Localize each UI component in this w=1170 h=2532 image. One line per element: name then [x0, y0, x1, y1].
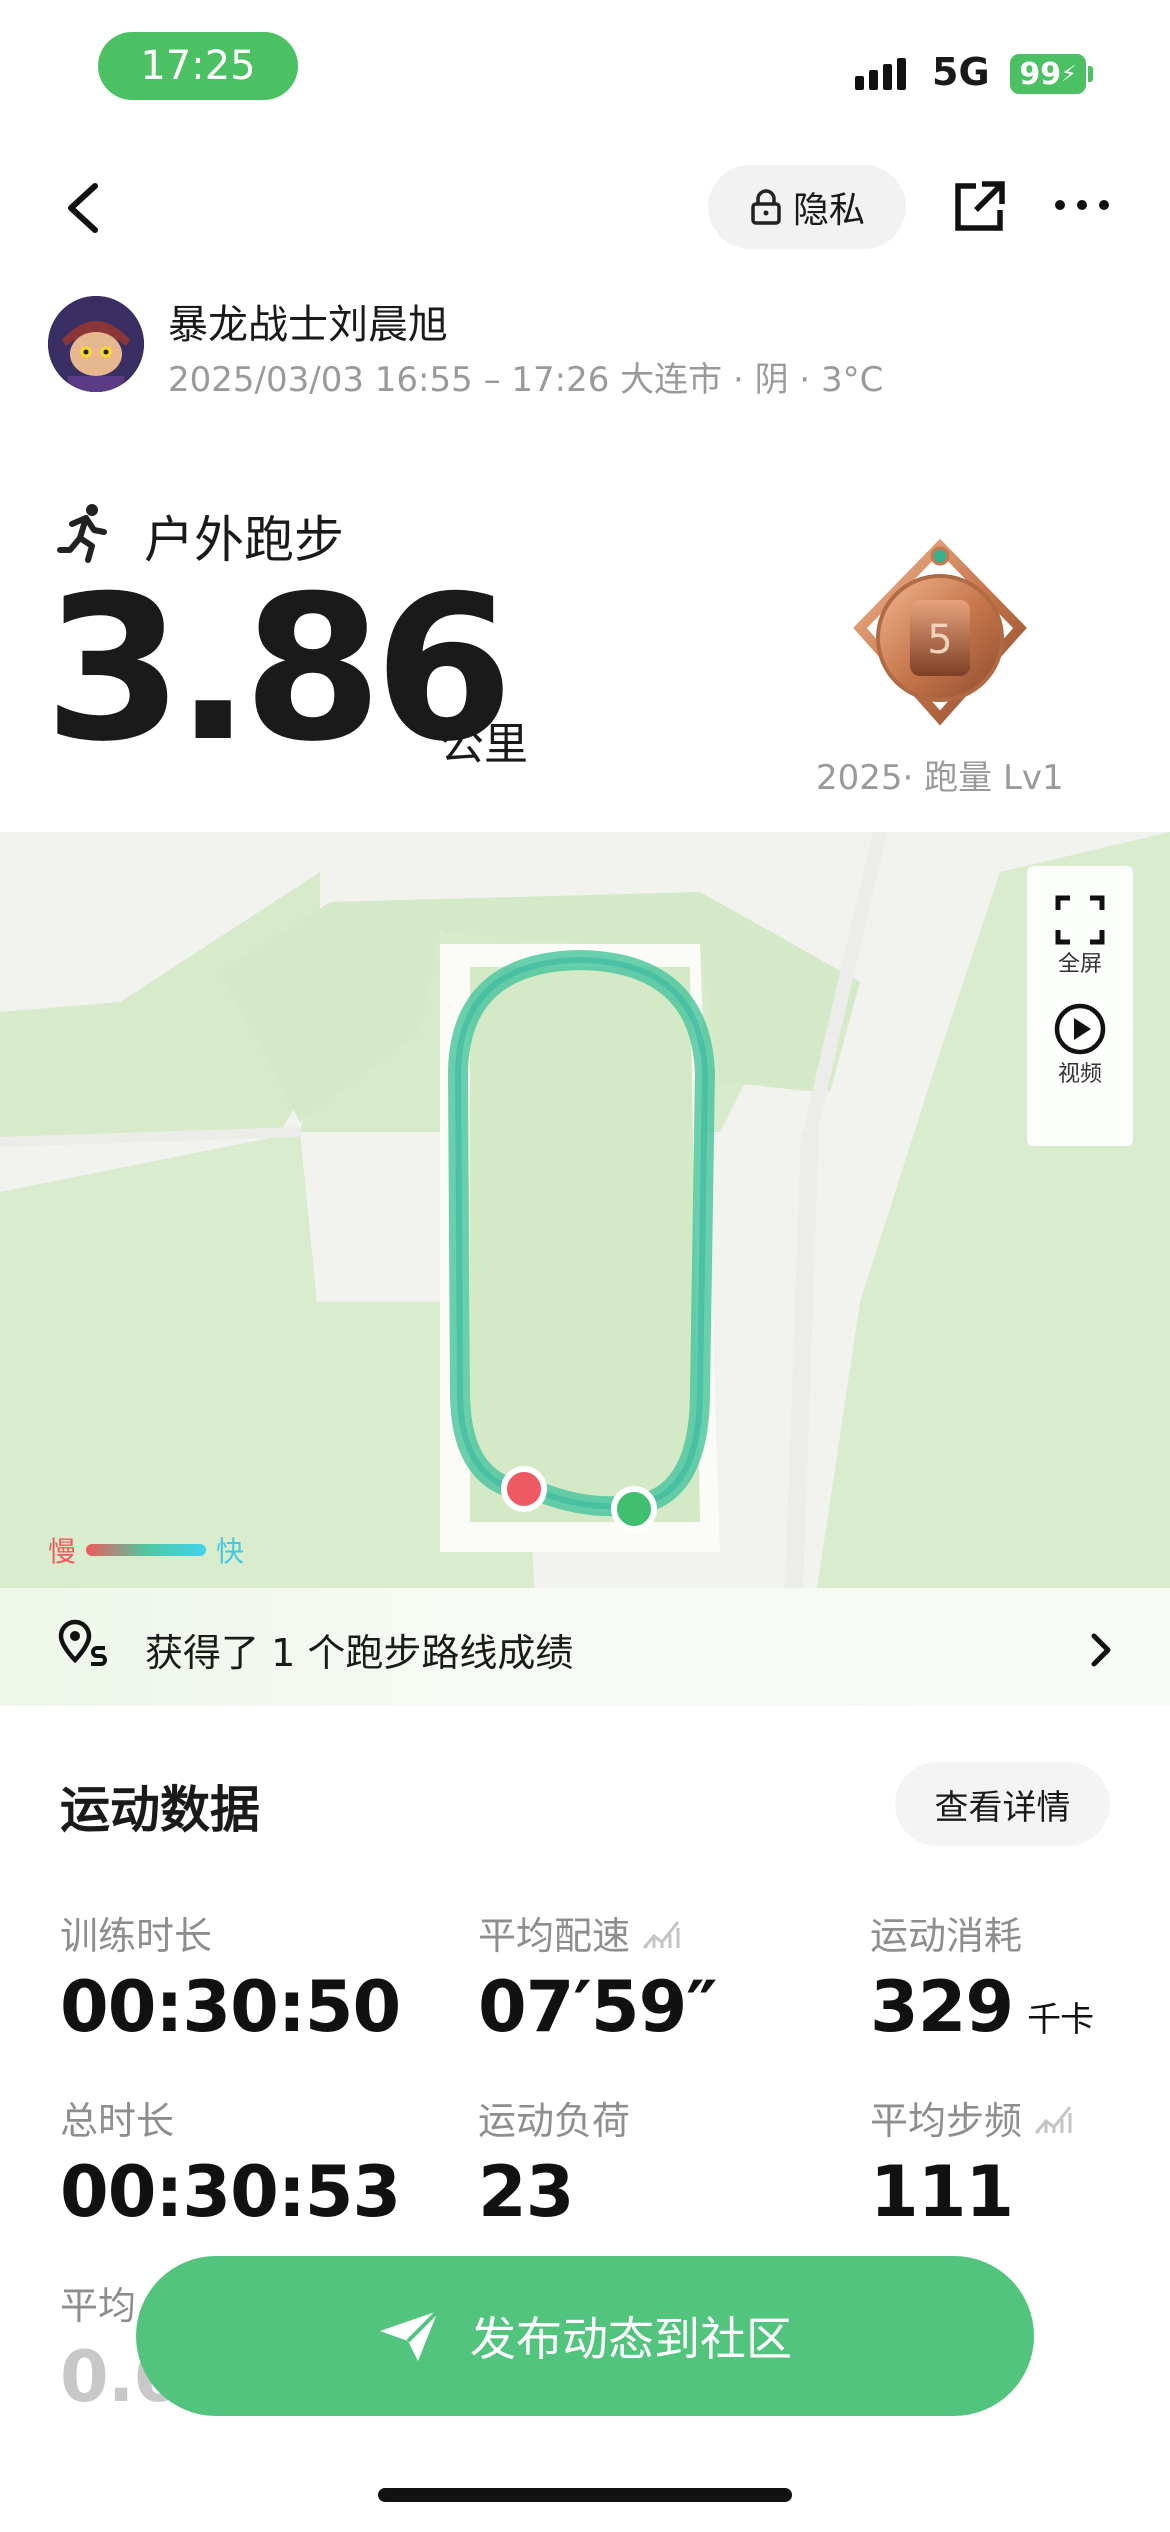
play-icon — [1054, 1003, 1106, 1055]
privacy-button[interactable]: 隐私 — [708, 165, 906, 249]
route-start-marker — [611, 1486, 657, 1532]
video-button[interactable]: 视频 — [1053, 1002, 1107, 1088]
pace-legend: 慢 快 — [48, 1530, 244, 1570]
stat-label: 平均 — [60, 2284, 137, 2328]
stat-value: 111 — [870, 2151, 1014, 2233]
stat-training-load: 运动负荷 23 — [478, 2090, 630, 2233]
medal-caption[interactable]: 2025· 跑量 Lv1 — [816, 750, 1064, 799]
username[interactable]: 暴龙战士刘晨旭 — [168, 292, 448, 350]
distance-unit: 公里 — [440, 719, 528, 770]
network-type: 5G — [932, 50, 990, 94]
view-details-button[interactable]: 查看详情 — [895, 1762, 1110, 1846]
route-end-marker — [501, 1466, 547, 1512]
share-icon[interactable] — [950, 176, 1010, 236]
activity-meta: 2025/03/03 16:55 – 17:26 大连市 · 阴 · 3°C — [168, 360, 884, 400]
stat-label: 总时长 — [60, 2099, 175, 2143]
stat-label: 平均配速 — [478, 1914, 631, 1958]
chart-icon — [642, 1920, 680, 1949]
home-indicator — [378, 2488, 792, 2502]
stat-value: 07′59″ — [478, 1966, 718, 2048]
publish-to-community-button[interactable]: 发布动态到社区 — [136, 2256, 1034, 2416]
stat-label: 运动负荷 — [478, 2099, 631, 2143]
stat-avg-cadence[interactable]: 平均步频 111 — [870, 2090, 1074, 2233]
chevron-right-icon[interactable] — [1086, 1630, 1116, 1670]
battery-tip — [1088, 66, 1093, 82]
back-arrow-icon[interactable] — [55, 178, 115, 238]
stat-total-time: 总时长 00:30:53 — [60, 2090, 401, 2233]
publish-label: 发布动态到社区 — [470, 2312, 792, 2366]
legend-gradient — [86, 1544, 207, 1556]
status-time: 17:25 — [98, 32, 298, 100]
route-pin-icon — [58, 1619, 107, 1666]
stat-label: 平均步频 — [870, 2099, 1023, 2143]
map-controls: 全屏 视频 — [1027, 866, 1133, 1146]
avatar[interactable] — [48, 296, 144, 392]
stat-unit: 千卡 — [1027, 2000, 1094, 2040]
section-title: 运动数据 — [60, 1781, 260, 1839]
legend-fast: 快 — [216, 1535, 245, 1568]
stat-calories: 运动消耗 329 千卡 — [870, 1905, 1094, 2048]
stat-label: 训练时长 — [60, 1914, 213, 1958]
stat-value: 00:30:53 — [60, 2151, 401, 2233]
battery-level: 99 — [1019, 56, 1062, 92]
privacy-label: 隐私 — [792, 190, 865, 231]
stat-value: 329 — [870, 1966, 1014, 2048]
stat-value: 23 — [478, 2151, 574, 2233]
chart-icon — [1034, 2105, 1072, 2134]
achievement-text: 获得了 1 个跑步路线成绩 — [145, 1631, 574, 1675]
stat-label: 运动消耗 — [870, 1914, 1023, 1958]
legend-slow: 慢 — [48, 1535, 77, 1568]
fullscreen-button[interactable]: 全屏 — [1054, 894, 1106, 978]
medal-number: 5 — [927, 617, 952, 663]
signal-icon — [855, 58, 906, 90]
stat-value: 00:30:50 — [60, 1966, 401, 2048]
route-map[interactable] — [0, 832, 1170, 1702]
more-options-icon[interactable] — [1055, 200, 1109, 210]
fullscreen-icon — [1055, 895, 1105, 945]
medal-icon[interactable]: 5 — [840, 538, 1040, 738]
fullscreen-label: 全屏 — [1057, 952, 1102, 977]
stat-training-time: 训练时长 00:30:50 — [60, 1905, 401, 2048]
stat-avg-pace[interactable]: 平均配速 07′59″ — [478, 1905, 718, 2048]
video-label: 视频 — [1057, 1062, 1102, 1087]
distance-value: 3.86 — [44, 553, 513, 786]
lock-icon — [751, 189, 781, 225]
send-icon — [380, 2309, 440, 2361]
battery-icon: 99 ⚡ — [1010, 54, 1086, 94]
